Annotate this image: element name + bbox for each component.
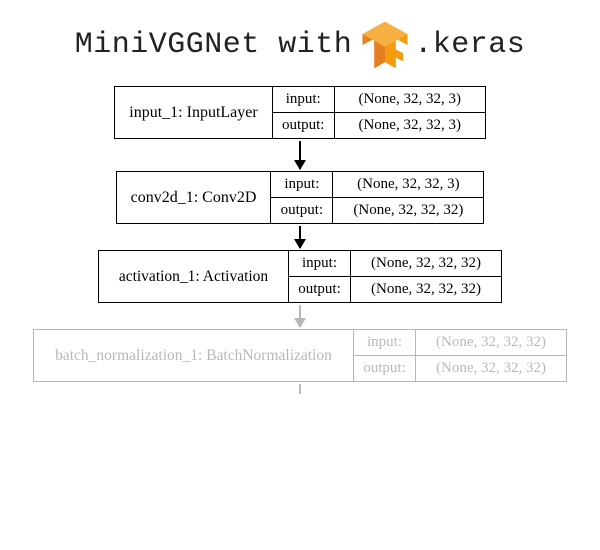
io-shape-output: (None, 32, 32, 3) (335, 113, 485, 138)
layer-box-batchnorm: batch_normalization_1: BatchNormalizatio… (33, 329, 567, 382)
layer-box-conv2d: conv2d_1: Conv2D input: (None, 32, 32, 3… (116, 171, 485, 224)
layer-name: batch_normalization_1: BatchNormalizatio… (34, 330, 354, 381)
io-column: input: (None, 32, 32, 32) output: (None,… (354, 330, 566, 381)
arrow-icon (299, 384, 301, 394)
io-shape-output: (None, 32, 32, 32) (416, 356, 566, 381)
io-shape-input: (None, 32, 32, 3) (333, 172, 483, 197)
io-row-output: output: (None, 32, 32, 32) (289, 277, 501, 302)
io-column: input: (None, 32, 32, 3) output: (None, … (271, 172, 483, 223)
io-shape-input: (None, 32, 32, 32) (416, 330, 566, 355)
io-shape-input: (None, 32, 32, 32) (351, 251, 501, 276)
arrow-icon (299, 226, 301, 248)
io-label-input: input: (354, 330, 416, 355)
io-label-output: output: (273, 113, 335, 138)
io-shape-output: (None, 32, 32, 32) (351, 277, 501, 302)
io-shape-output: (None, 32, 32, 32) (333, 198, 483, 223)
title-suffix: .keras (414, 28, 525, 62)
layer-name: input_1: InputLayer (115, 87, 272, 138)
io-row-output: output: (None, 32, 32, 32) (354, 356, 566, 381)
io-row-output: output: (None, 32, 32, 3) (273, 113, 485, 138)
arrow-icon (299, 305, 301, 327)
io-label-output: output: (289, 277, 351, 302)
tensorflow-icon (358, 18, 412, 72)
io-column: input: (None, 32, 32, 32) output: (None,… (289, 251, 501, 302)
page-title: MiniVGGNet with .keras (0, 0, 600, 80)
io-shape-input: (None, 32, 32, 3) (335, 87, 485, 112)
io-label-input: input: (289, 251, 351, 276)
io-column: input: (None, 32, 32, 3) output: (None, … (273, 87, 485, 138)
io-label-input: input: (271, 172, 333, 197)
io-row-input: input: (None, 32, 32, 32) (289, 251, 501, 277)
model-diagram: input_1: InputLayer input: (None, 32, 32… (0, 80, 600, 394)
bottom-fade-overlay (0, 460, 600, 550)
layer-name: activation_1: Activation (99, 251, 289, 302)
io-label-output: output: (271, 198, 333, 223)
io-label-input: input: (273, 87, 335, 112)
io-row-input: input: (None, 32, 32, 32) (354, 330, 566, 356)
layer-box-input: input_1: InputLayer input: (None, 32, 32… (114, 86, 485, 139)
layer-box-activation: activation_1: Activation input: (None, 3… (98, 250, 502, 303)
arrow-icon (299, 141, 301, 169)
io-row-output: output: (None, 32, 32, 32) (271, 198, 483, 223)
title-prefix: MiniVGGNet with (75, 28, 353, 62)
io-row-input: input: (None, 32, 32, 3) (273, 87, 485, 113)
layer-name: conv2d_1: Conv2D (117, 172, 272, 223)
io-row-input: input: (None, 32, 32, 3) (271, 172, 483, 198)
io-label-output: output: (354, 356, 416, 381)
